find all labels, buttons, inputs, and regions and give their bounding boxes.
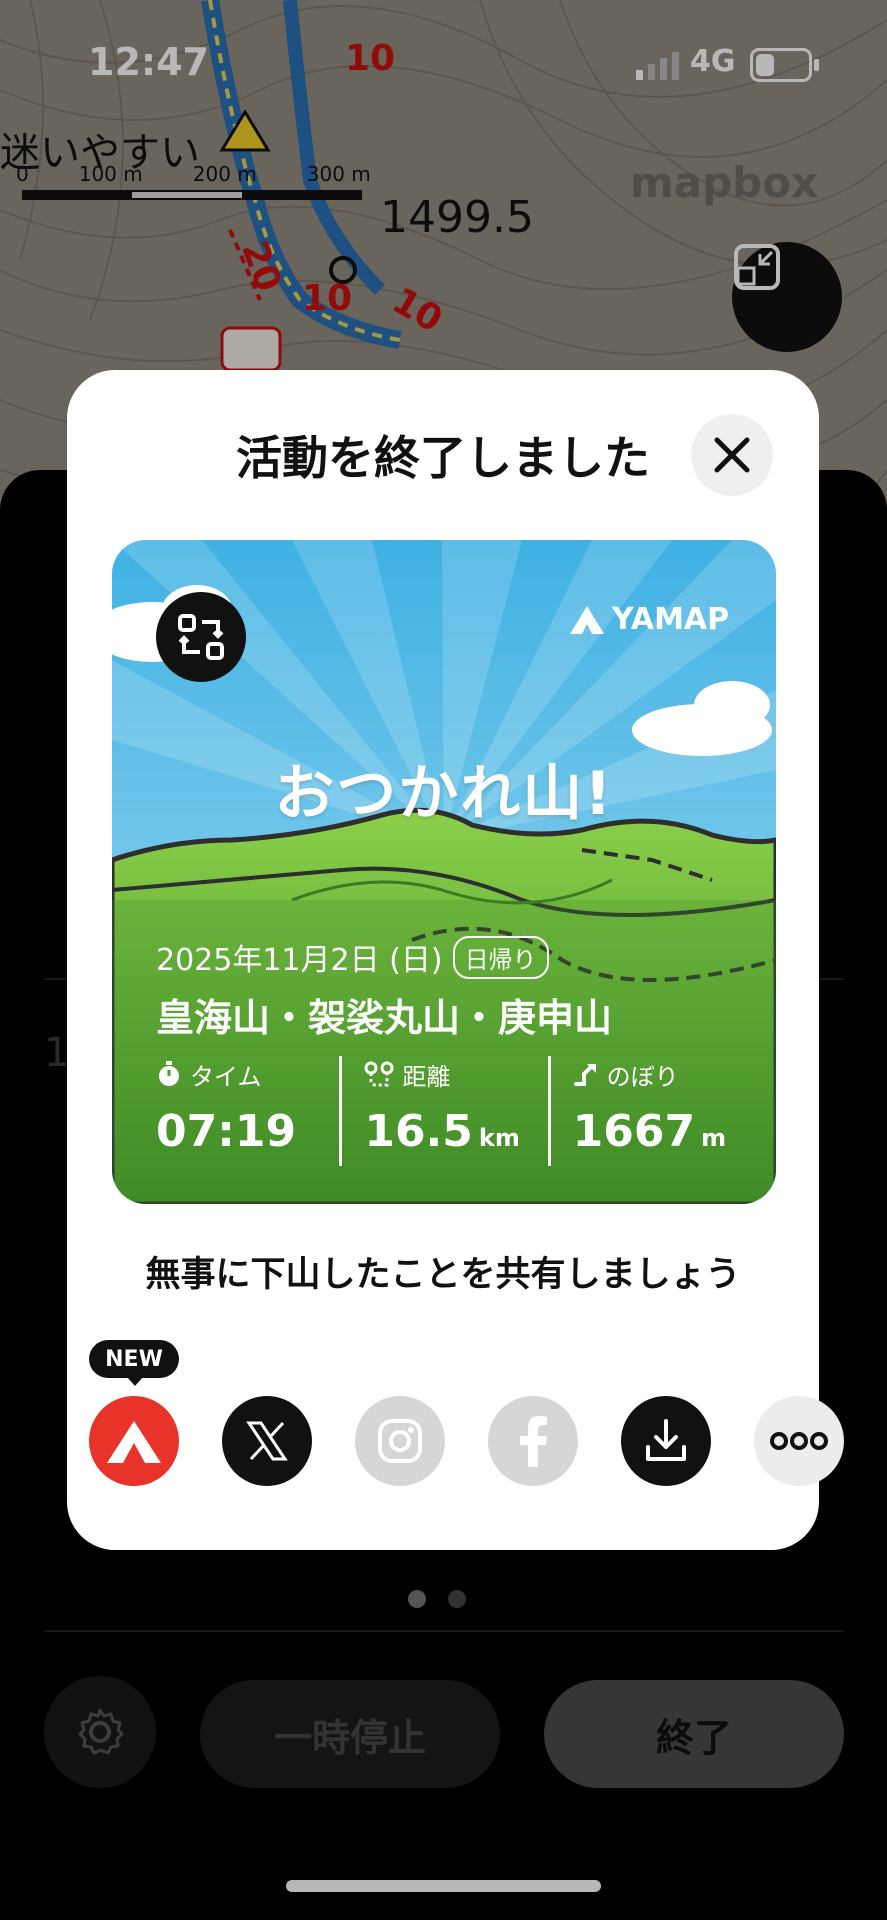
stat-ascent: のぼり 1667 m: [547, 1056, 756, 1166]
stat-unit: km: [478, 1124, 520, 1152]
close-button[interactable]: [691, 414, 773, 496]
yamap-logo: YAMAP: [570, 602, 729, 637]
share-targets: NEW: [89, 1340, 844, 1486]
stat-value: 1667: [572, 1106, 696, 1157]
card-headline: おつかれ山!: [274, 759, 614, 829]
stat-value: 07:19: [156, 1106, 297, 1157]
share-x-button[interactable]: [222, 1396, 312, 1486]
share-prompt: 無事に下山したことを共有しましょう: [145, 1255, 741, 1295]
route-icon: [364, 1061, 394, 1087]
yamap-icon: [107, 1421, 161, 1463]
instagram-icon: [378, 1419, 422, 1463]
activity-date: 2025年11月2日 (日): [156, 943, 443, 978]
download-icon: [646, 1419, 686, 1461]
switch-card-button[interactable]: [156, 592, 246, 682]
stat-label: のぼり: [606, 1062, 679, 1091]
stat-label: 距離: [402, 1062, 451, 1091]
stat-value: 16.5: [364, 1106, 473, 1157]
close-icon: [714, 437, 750, 473]
activity-stats: タイム 07:19 距離 16.5 km のぼり 1667 m: [156, 1056, 756, 1166]
more-share-button[interactable]: [754, 1396, 844, 1486]
activity-date-row: 2025年11月2日 (日) 日帰り: [156, 935, 549, 979]
stat-time: タイム 07:19: [156, 1056, 339, 1166]
share-yamap-button[interactable]: NEW: [89, 1340, 179, 1486]
download-button[interactable]: [621, 1396, 711, 1486]
ascent-icon: [573, 1064, 596, 1086]
mountain-names: 皇海山・袈裟丸山・庚申山: [156, 996, 613, 1040]
stopwatch-icon: [159, 1061, 179, 1086]
yamap-logo-icon: [570, 605, 604, 634]
trip-type-badge: 日帰り: [452, 935, 549, 979]
activity-finished-dialog: 活動を終了しました YAMAP おつかれ山! 2025年11月2日 (日) 日帰…: [67, 370, 844, 1550]
share-instagram-button[interactable]: [355, 1396, 445, 1486]
x-logo-icon: [246, 1421, 288, 1461]
stat-unit: m: [701, 1124, 727, 1152]
stat-label: タイム: [190, 1062, 262, 1091]
new-badge: NEW: [89, 1340, 179, 1386]
swap-icon: [178, 614, 224, 660]
stat-distance: 距離 16.5 km: [339, 1056, 547, 1166]
share-facebook-button[interactable]: [488, 1396, 578, 1486]
activity-summary-card[interactable]: YAMAP おつかれ山! 2025年11月2日 (日) 日帰り 皇海山・袈裟丸山…: [112, 540, 776, 1204]
facebook-icon: [520, 1416, 547, 1467]
more-icon: [770, 1432, 828, 1450]
brand-name: YAMAP: [612, 602, 730, 637]
